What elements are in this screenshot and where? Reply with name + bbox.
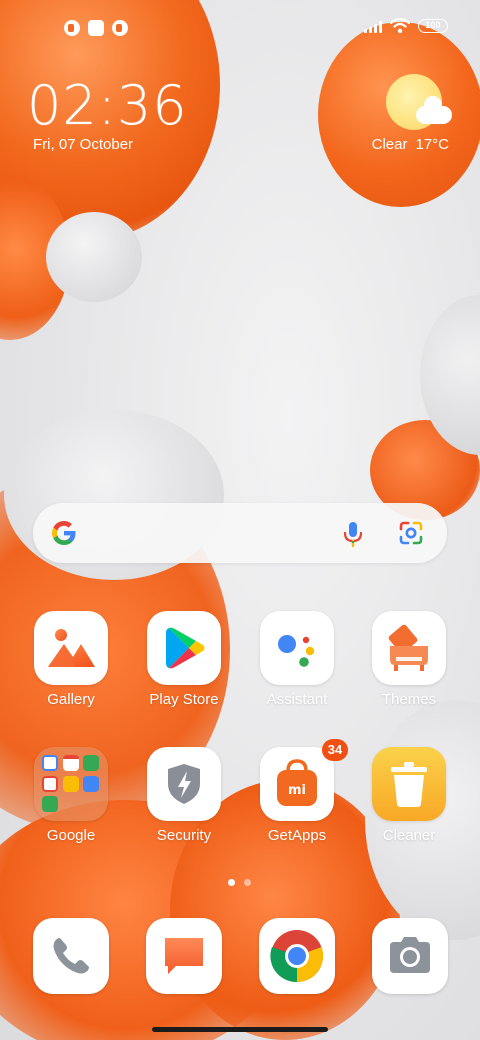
status-bar: 100	[0, 0, 480, 52]
chrome-icon[interactable]	[259, 918, 335, 994]
themes-icon	[372, 611, 446, 685]
notification-square-icon	[88, 20, 104, 36]
app-getapps[interactable]: 34 mi GetApps	[242, 739, 352, 844]
gallery-icon	[34, 611, 108, 685]
notification-icons	[64, 20, 128, 36]
page-dot	[244, 879, 251, 886]
app-label: Themes	[381, 691, 437, 708]
svg-text:mi: mi	[288, 783, 306, 798]
app-label: Assistant	[266, 691, 328, 708]
weather-condition: Clear	[371, 136, 408, 153]
signal-icon	[364, 19, 382, 33]
battery-indicator: 100	[418, 19, 448, 33]
notification-app-icon	[64, 20, 80, 36]
app-themes[interactable]: Themes	[354, 611, 464, 708]
google-search-bar[interactable]	[33, 503, 447, 563]
weather-widget[interactable]: Clear 17°C	[372, 136, 449, 153]
google-lens-icon[interactable]	[397, 519, 425, 547]
sun-cloud-icon[interactable]	[386, 72, 452, 132]
wifi-icon	[390, 18, 410, 34]
home-indicator[interactable]	[152, 1027, 328, 1032]
app-label: Cleaner	[382, 827, 436, 844]
app-label: Security	[156, 827, 212, 844]
folder-google[interactable]: Google	[16, 747, 126, 844]
clock-time[interactable]: 02:36	[27, 74, 188, 137]
security-shield-icon	[147, 747, 221, 821]
app-cleaner[interactable]: Cleaner	[354, 747, 464, 844]
clock-date[interactable]: Fri, 07 October	[33, 136, 133, 153]
app-security[interactable]: Security	[129, 747, 239, 844]
getapps-icon: mi	[260, 747, 334, 821]
wallpaper-glass-bubble	[46, 212, 142, 302]
camera-icon[interactable]	[372, 918, 448, 994]
google-g-icon	[52, 521, 76, 545]
app-label: GetApps	[267, 827, 327, 844]
weather-temperature: 17°C	[415, 136, 449, 153]
app-label: Play Store	[149, 691, 219, 708]
page-dot-active	[228, 879, 235, 886]
app-gallery[interactable]: Gallery	[16, 611, 126, 708]
notification-app-icon	[112, 20, 128, 36]
page-indicator[interactable]	[228, 879, 251, 886]
mic-icon[interactable]	[339, 519, 367, 549]
messages-icon[interactable]	[146, 918, 222, 994]
folder-icon	[34, 747, 108, 821]
notification-badge: 34	[322, 739, 348, 761]
app-play-store[interactable]: Play Store	[129, 611, 239, 708]
trash-icon	[372, 747, 446, 821]
assistant-icon	[260, 611, 334, 685]
app-label: Gallery	[47, 691, 95, 708]
app-label: Google	[46, 827, 96, 844]
app-assistant[interactable]: Assistant	[242, 611, 352, 708]
play-store-icon	[147, 611, 221, 685]
phone-icon[interactable]	[33, 918, 109, 994]
